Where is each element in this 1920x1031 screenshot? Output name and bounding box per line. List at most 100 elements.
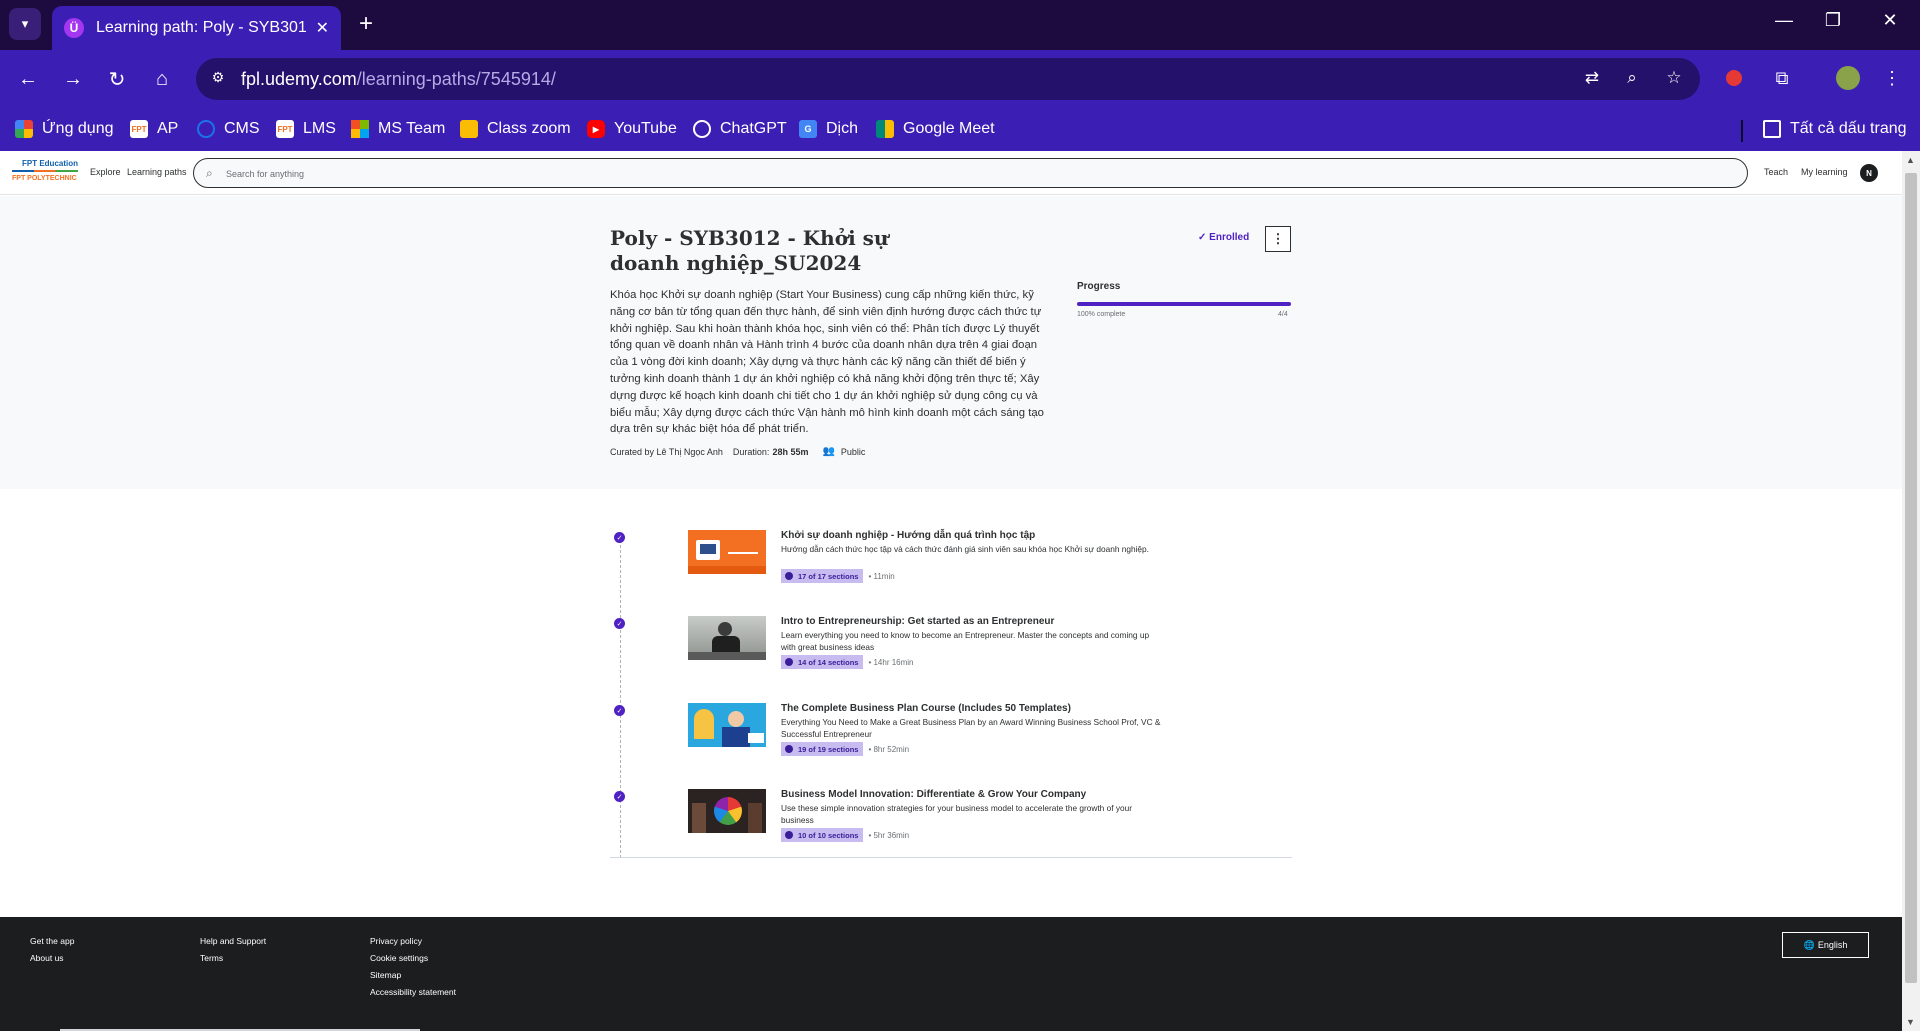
bookmark-dich[interactable]: G Dịch xyxy=(799,116,858,142)
footer-link-get-app[interactable]: Get the app xyxy=(30,936,74,946)
avatar[interactable]: N xyxy=(1860,164,1878,182)
course-description: Everything You Need to Make a Great Busi… xyxy=(781,717,1161,739)
browser-tab-active[interactable]: Ü Learning path: Poly - SYB3012 - Khởi s… xyxy=(52,6,341,50)
bookmark-label: Ứng dụng xyxy=(42,120,114,137)
more-options-button[interactable]: ⋮ xyxy=(1265,226,1291,252)
window-close-icon[interactable]: ✕ xyxy=(1876,10,1904,31)
address-bar[interactable]: ⚙ fpl.udemy.com/learning-paths/7545914/ … xyxy=(196,58,1700,100)
new-tab-button[interactable]: + xyxy=(352,10,380,38)
footer-link-privacy[interactable]: Privacy policy xyxy=(370,936,422,946)
check-icon: ✓ xyxy=(1198,232,1207,243)
bookmark-star-icon[interactable]: ☆ xyxy=(1662,68,1686,90)
learning-path-hero: Poly - SYB3012 - Khởi sự doanh nghiệp_SU… xyxy=(0,196,1902,489)
course-title[interactable]: The Complete Business Plan Course (Inclu… xyxy=(781,703,1071,714)
search-input[interactable] xyxy=(226,166,1726,182)
restore-icon[interactable]: ❐ xyxy=(1819,10,1847,31)
kebab-menu-icon: ⋮ xyxy=(1271,231,1285,246)
bookmarks-bar: Ứng dụng FPT AP CMS FPT LMS MS Team Clas… xyxy=(0,108,1920,151)
folder-icon xyxy=(1763,120,1781,138)
explore-link[interactable]: Explore xyxy=(90,167,121,177)
extension-bug-icon[interactable] xyxy=(1720,64,1748,92)
completed-check-icon: ✓ xyxy=(614,532,625,543)
bookmark-ap[interactable]: FPT AP xyxy=(130,116,178,142)
duration-value: 28h 55m xyxy=(772,446,809,457)
course-thumbnail[interactable] xyxy=(688,616,766,660)
list-item[interactable]: ✓ The Complete Business Plan Course (Inc… xyxy=(610,703,1292,783)
teach-link[interactable]: Teach xyxy=(1764,167,1788,177)
minimize-icon[interactable]: — xyxy=(1770,10,1798,31)
all-bookmarks[interactable]: Tất cả dấu trang xyxy=(1763,116,1907,142)
learning-paths-link[interactable]: Learning paths xyxy=(127,167,187,177)
close-icon[interactable]: ✕ xyxy=(316,18,329,38)
bookmark-lms[interactable]: FPT LMS xyxy=(276,116,336,142)
page-scrollbar[interactable]: ▲ ▼ xyxy=(1902,151,1920,1031)
sections-badge: 10 of 10 sections xyxy=(781,828,864,842)
course-thumbnail[interactable] xyxy=(688,530,766,574)
zoom-icon[interactable]: ⌕ xyxy=(1620,68,1644,90)
scroll-thumb[interactable] xyxy=(1905,173,1917,983)
list-item[interactable]: ✓ Khởi sự doanh nghiệp - Hướng dẫn quá t… xyxy=(610,530,1292,610)
footer-link-sitemap[interactable]: Sitemap xyxy=(370,970,401,980)
progress-circle-icon xyxy=(785,658,793,666)
footer-link-terms[interactable]: Terms xyxy=(200,953,223,963)
bookmarks-separator xyxy=(1741,120,1743,142)
my-learning-link[interactable]: My learning xyxy=(1801,167,1848,177)
bookmark-chatgpt[interactable]: ChatGPT xyxy=(693,116,787,142)
scroll-down-icon[interactable]: ▼ xyxy=(1906,1017,1915,1027)
bookmark-label: Dịch xyxy=(826,120,859,137)
search-bar[interactable]: ⌕ xyxy=(193,158,1748,188)
path-meta: Curated by Lê Thị Ngọc Anh Duration: 28h… xyxy=(610,446,865,457)
footer-link-about[interactable]: About us xyxy=(30,953,64,963)
bookmark-ms-team[interactable]: MS Team xyxy=(351,116,445,142)
forward-arrow-icon[interactable]: → xyxy=(59,65,87,93)
logo-top-text: FPT Education xyxy=(22,159,78,168)
course-title[interactable]: Khởi sự doanh nghiệp - Hướng dẫn quá trì… xyxy=(781,530,1035,541)
course-duration: • 5hr 36min xyxy=(868,830,910,840)
course-description: Hướng dẫn cách thức học tập và cách thức… xyxy=(781,544,1149,554)
sections-text: 14 of 14 sections xyxy=(798,657,859,667)
progress-bar xyxy=(1077,302,1291,306)
course-thumbnail[interactable] xyxy=(688,703,766,747)
footer-link-help[interactable]: Help and Support xyxy=(200,936,266,946)
tab-search-button[interactable]: ▾ xyxy=(9,8,41,40)
course-title[interactable]: Intro to Entrepreneurship: Get started a… xyxy=(781,616,1054,627)
completed-check-icon: ✓ xyxy=(614,705,625,716)
bookmark-google-meet[interactable]: Google Meet xyxy=(876,116,995,142)
translate-icon[interactable]: ⇄ xyxy=(1580,68,1604,90)
sections-text: 19 of 19 sections xyxy=(798,744,859,754)
fpt-polytechnic-logo[interactable]: FPT Education FPT POLYTECHNIC xyxy=(12,159,78,187)
duration-label: Duration: xyxy=(732,446,770,457)
progress-label: Progress xyxy=(1077,281,1121,292)
bookmark-label: AP xyxy=(157,120,179,137)
udemy-favicon-icon: Ü xyxy=(64,18,84,38)
all-bookmarks-label: Tất cả dấu trang xyxy=(1790,120,1907,137)
fpt-icon: FPT xyxy=(130,120,148,138)
profile-icon[interactable] xyxy=(1834,64,1862,92)
progress-circle-icon xyxy=(785,572,793,580)
site-info-icon[interactable]: ⚙ xyxy=(208,69,228,89)
curated-by: Curated by Lê Thị Ngọc Anh xyxy=(610,446,723,457)
bookmark-cms[interactable]: CMS xyxy=(197,116,260,142)
bookmark-apps[interactable]: Ứng dụng xyxy=(15,116,114,142)
chevron-down-icon: ▾ xyxy=(21,16,29,31)
back-arrow-icon[interactable]: ← xyxy=(14,65,42,93)
reload-icon[interactable]: ↻ xyxy=(103,65,131,93)
bookmark-label: CMS xyxy=(224,120,260,137)
footer-link-accessibility[interactable]: Accessibility statement xyxy=(370,987,456,997)
bookmark-label: Google Meet xyxy=(903,120,995,137)
course-thumbnail[interactable] xyxy=(688,789,766,833)
extensions-puzzle-icon[interactable]: ⧉ xyxy=(1768,64,1796,92)
footer-link-cookies[interactable]: Cookie settings xyxy=(370,953,428,963)
language-button[interactable]: 🌐 English xyxy=(1782,932,1869,958)
url-text[interactable]: fpl.udemy.com/learning-paths/7545914/ xyxy=(241,69,556,90)
menu-kebab-icon[interactable]: ⋮ xyxy=(1878,64,1906,92)
list-item[interactable]: ✓ Intro to Entrepreneurship: Get started… xyxy=(610,616,1292,696)
bookmark-label: MS Team xyxy=(378,120,446,137)
course-title[interactable]: Business Model Innovation: Differentiate… xyxy=(781,789,1086,800)
globe-icon: 🌐 xyxy=(1803,939,1815,950)
bookmark-class-zoom[interactable]: Class zoom xyxy=(460,116,571,142)
completed-check-icon: ✓ xyxy=(614,791,625,802)
bookmark-youtube[interactable]: ▶ YouTube xyxy=(587,116,677,142)
scroll-up-icon[interactable]: ▲ xyxy=(1906,155,1915,165)
home-icon[interactable]: ⌂ xyxy=(148,65,176,93)
